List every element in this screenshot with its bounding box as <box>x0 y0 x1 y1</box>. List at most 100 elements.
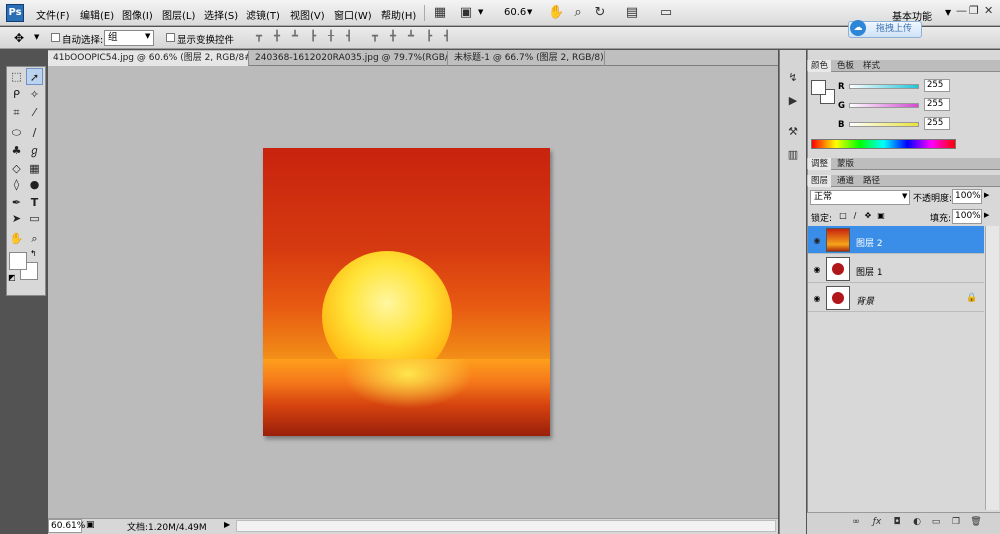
menu-view[interactable]: 视图(V) <box>290 7 325 22</box>
arrange-documents-icon[interactable]: ▤ <box>624 5 640 21</box>
path-selection-tool-icon[interactable]: ➤ <box>8 210 25 227</box>
workspace-dropdown-icon[interactable]: ▼ <box>945 8 951 17</box>
layers-scrollbar[interactable] <box>985 226 999 510</box>
clone-source-panel-icon[interactable]: ▥ <box>785 147 801 163</box>
align-hcenter-icon[interactable]: ╂ <box>324 31 338 43</box>
actions-panel-icon[interactable]: ▶ <box>785 93 801 109</box>
menu-file[interactable]: 文件(F) <box>36 7 70 22</box>
tab-layers[interactable]: 图层 <box>808 175 832 187</box>
blur-tool-icon[interactable]: ◊ <box>8 176 25 193</box>
history-brush-tool-icon[interactable]: ℊ <box>26 142 43 159</box>
sunset-image[interactable] <box>263 148 550 436</box>
hand-tool-icon[interactable]: ✋ <box>548 5 564 21</box>
bridge-icon[interactable]: ▦ <box>432 5 448 21</box>
menu-window[interactable]: 窗口(W) <box>334 7 372 22</box>
foreground-color-swatch[interactable] <box>9 252 27 270</box>
new-layer-icon[interactable]: ❐ <box>950 516 962 528</box>
link-layers-icon[interactable]: ∞ <box>850 516 862 528</box>
shape-tool-icon[interactable]: ▭ <box>26 210 43 227</box>
eye-icon[interactable]: ◉ <box>812 236 822 246</box>
clone-stamp-tool-icon[interactable]: ♣ <box>8 142 25 159</box>
status-info-icon[interactable]: ▣ <box>86 520 95 530</box>
color-panel-foreground-swatch[interactable] <box>811 80 826 95</box>
blend-mode-select[interactable]: 正常 <box>810 190 910 205</box>
mini-bridge-dropdown-icon[interactable]: ▼ <box>478 8 483 16</box>
lock-transparent-icon[interactable]: □ <box>838 211 848 221</box>
swap-colors-icon[interactable]: ↰ <box>30 249 37 258</box>
tab-channels[interactable]: 通道 <box>834 175 857 187</box>
tab-adjustments[interactable]: 调整 <box>808 158 832 170</box>
hand-tool-icon[interactable]: ✋ <box>8 230 25 247</box>
pen-tool-icon[interactable]: ✒ <box>8 194 25 211</box>
channel-g-value[interactable]: 255 <box>924 98 950 111</box>
tab-swatches[interactable]: 色板 <box>834 60 857 72</box>
fill-slider-arrow-icon[interactable]: ▶ <box>984 211 989 219</box>
document-tab[interactable]: 未标题-1 @ 66.7% (图层 2, RGB/8) * × <box>449 51 605 66</box>
tab-color[interactable]: 颜色 <box>808 60 832 72</box>
menu-layer[interactable]: 图层(L) <box>162 7 195 22</box>
screen-mode-icon[interactable]: ▭ <box>658 5 674 21</box>
history-panel-icon[interactable]: ↯ <box>785 70 801 86</box>
close-icon[interactable]: ✕ <box>984 4 993 17</box>
marquee-tool-icon[interactable]: ⬚ <box>8 68 25 85</box>
tool-presets-panel-icon[interactable]: ⚒ <box>785 124 801 140</box>
lock-position-icon[interactable]: ✥ <box>863 211 873 221</box>
lasso-tool-icon[interactable]: ᑭ <box>8 86 25 103</box>
tab-styles[interactable]: 样式 <box>860 60 883 72</box>
delete-layer-icon[interactable]: 🗑 <box>970 516 982 528</box>
new-group-icon[interactable]: ▭ <box>930 516 942 528</box>
gradient-tool-icon[interactable]: ▦ <box>26 160 43 177</box>
move-tool-icon[interactable]: ✥ <box>14 31 24 45</box>
brush-tool-icon[interactable]: ∕ <box>26 124 43 141</box>
eye-icon[interactable]: ◉ <box>812 265 822 275</box>
minimize-icon[interactable]: — <box>956 4 967 17</box>
align-top-icon[interactable]: ┳ <box>252 31 266 43</box>
distribute-bottom-icon[interactable]: ┻ <box>404 31 418 43</box>
horizontal-scrollbar[interactable] <box>236 520 776 532</box>
eyedropper-tool-icon[interactable]: ⁄ <box>26 104 43 121</box>
channel-r-value[interactable]: 255 <box>924 79 950 92</box>
restore-icon[interactable]: ❐ <box>969 4 979 17</box>
align-bottom-icon[interactable]: ┻ <box>288 31 302 43</box>
healing-brush-tool-icon[interactable]: ⬭ <box>8 124 25 141</box>
zoom-tool-icon[interactable]: ⌕ <box>26 230 43 247</box>
add-mask-icon[interactable]: ◘ <box>891 516 903 528</box>
fill-input[interactable]: 100% <box>952 209 982 224</box>
show-transform-checkbox[interactable] <box>166 33 175 42</box>
status-zoom-field[interactable]: 60.61% <box>48 519 85 533</box>
tool-preset-dropdown-icon[interactable]: ▼ <box>34 33 39 41</box>
channel-b-value[interactable]: 255 <box>924 117 950 130</box>
menu-filter[interactable]: 滤镜(T) <box>246 7 280 22</box>
auto-select-checkbox[interactable] <box>51 33 60 42</box>
channel-r-slider[interactable] <box>849 84 919 89</box>
crop-tool-icon[interactable]: ⌗ <box>8 104 25 121</box>
menu-select[interactable]: 选择(S) <box>204 7 238 22</box>
mini-bridge-icon[interactable]: ▣ <box>458 5 474 21</box>
channel-g-slider[interactable] <box>849 103 919 108</box>
color-spectrum-bar[interactable] <box>811 139 956 149</box>
adjustment-layer-icon[interactable]: ◐ <box>911 516 923 528</box>
magic-wand-tool-icon[interactable]: ✧ <box>26 86 43 103</box>
tab-paths[interactable]: 路径 <box>860 175 883 187</box>
tab-masks[interactable]: 蒙版 <box>834 158 857 170</box>
default-colors-icon[interactable]: ◩ <box>8 273 16 282</box>
zoom-level[interactable]: 60.6 <box>504 7 526 18</box>
eye-icon[interactable]: ◉ <box>812 294 822 304</box>
eraser-tool-icon[interactable]: ◇ <box>8 160 25 177</box>
document-tab[interactable]: 240368-1612020RA035.jpg @ 79.7%(RGB/8#) … <box>250 51 448 66</box>
zoom-dropdown-icon[interactable]: ▼ <box>527 8 532 16</box>
align-vcenter-icon[interactable]: ╋ <box>270 31 284 43</box>
status-menu-arrow-icon[interactable]: ▶ <box>224 520 230 529</box>
menu-help[interactable]: 帮助(H) <box>381 7 416 22</box>
document-tab-active[interactable]: 41bOOOPIC54.jpg @ 60.6% (图层 2, RGB/8#) *… <box>48 51 249 66</box>
menu-edit[interactable]: 编辑(E) <box>80 7 114 22</box>
lock-all-icon[interactable]: ▣ <box>876 211 886 221</box>
channel-b-slider[interactable] <box>849 122 919 127</box>
opacity-slider-arrow-icon[interactable]: ▶ <box>984 191 989 199</box>
align-left-icon[interactable]: ┣ <box>306 31 320 43</box>
move-tool-icon[interactable]: ➚ <box>26 68 43 85</box>
distribute-top-icon[interactable]: ┳ <box>368 31 382 43</box>
layer-style-icon[interactable]: ƒx <box>871 516 883 528</box>
rotate-view-icon[interactable]: ↻ <box>592 5 608 21</box>
zoom-tool-icon[interactable]: ⌕ <box>570 5 586 21</box>
